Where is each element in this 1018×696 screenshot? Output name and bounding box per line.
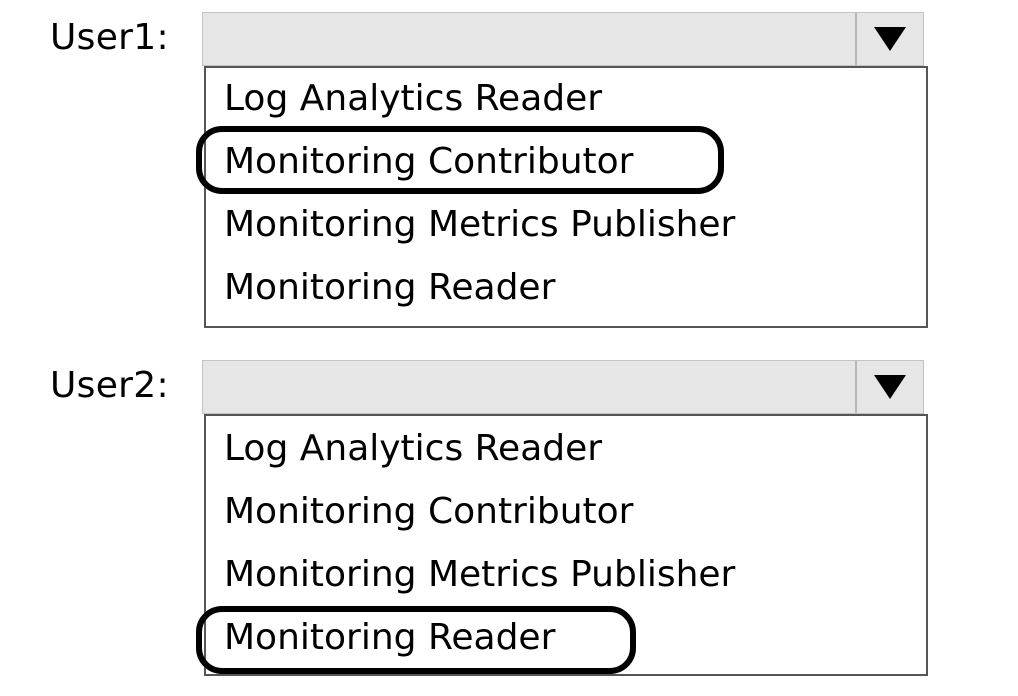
user1-dropdown-button[interactable] [855, 13, 923, 65]
user2-option-monitoring-contributor[interactable]: Monitoring Contributor [224, 490, 633, 534]
user1-option-monitoring-reader[interactable]: Monitoring Reader [224, 266, 555, 310]
triangle-down-icon [874, 375, 906, 399]
user1-label: User1: [50, 17, 169, 58]
user2-dropdown-button[interactable] [855, 361, 923, 413]
user2-option-monitoring-reader[interactable]: Monitoring Reader [224, 616, 555, 660]
user1-option-log-analytics-reader[interactable]: Log Analytics Reader [224, 77, 602, 121]
user2-option-monitoring-metrics-publisher[interactable]: Monitoring Metrics Publisher [224, 553, 735, 597]
user1-option-list: Log Analytics Reader Monitoring Contribu… [204, 66, 928, 328]
user2-label: User2: [50, 365, 169, 406]
user2-option-list: Log Analytics Reader Monitoring Contribu… [204, 414, 928, 676]
user1-option-monitoring-metrics-publisher[interactable]: Monitoring Metrics Publisher [224, 203, 735, 247]
user2-option-log-analytics-reader[interactable]: Log Analytics Reader [224, 427, 602, 471]
user1-option-monitoring-contributor[interactable]: Monitoring Contributor [224, 140, 633, 184]
triangle-down-icon [874, 27, 906, 51]
user2-dropdown[interactable] [202, 360, 924, 414]
user1-dropdown[interactable] [202, 12, 924, 66]
